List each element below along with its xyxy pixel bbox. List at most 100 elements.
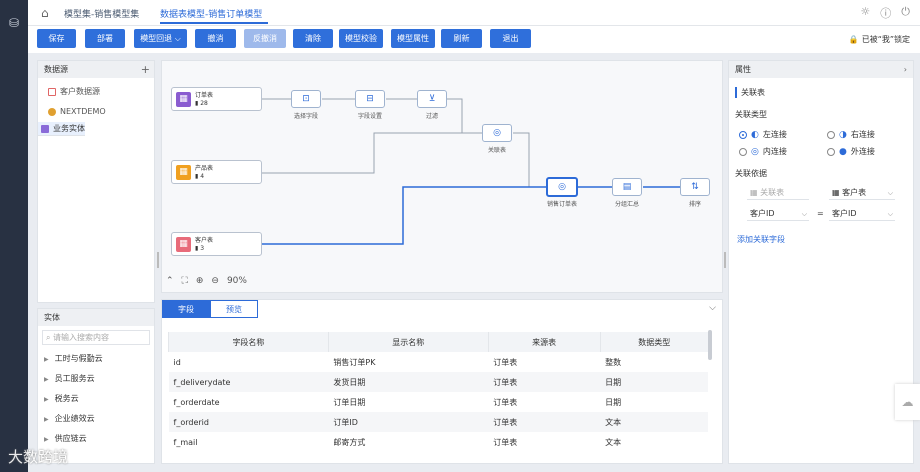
table-icon: ▦ bbox=[176, 92, 191, 107]
datasource-item[interactable]: 业务实体 bbox=[38, 122, 85, 136]
table-row[interactable]: f_mail 邮寄方式 订单表 文本 bbox=[169, 432, 709, 452]
field-panel: 字段 预览 ⌵ 字段名称 显示名称 来源表 数据类型 id 销售订单PK 订单表 整数… bbox=[161, 299, 723, 464]
home-icon[interactable]: ⌂ bbox=[41, 6, 49, 20]
doc-icon bbox=[48, 88, 56, 96]
radio-inner-join[interactable]: ◎ 内连接 bbox=[739, 146, 787, 157]
chevron-down-icon[interactable]: ⌵ bbox=[709, 303, 716, 313]
field-table: 字段名称 显示名称 来源表 数据类型 id 销售订单PK 订单表 整数 f_deliv… bbox=[168, 332, 708, 452]
table-row[interactable]: f_deliverydate 发货日期 订单表 日期 bbox=[168, 372, 708, 392]
breadcrumb-current-model[interactable]: 数据表模型-销售订单模型 bbox=[160, 7, 262, 20]
radio-outer-join[interactable]: ● 外连接 bbox=[827, 146, 875, 157]
cell-type: 整数 bbox=[605, 357, 622, 367]
col-display-name[interactable]: 显示名称 bbox=[327, 332, 489, 352]
right-table-select[interactable]: ▦ 客户表 ⌵ bbox=[829, 186, 895, 200]
right-splitter[interactable] bbox=[724, 252, 726, 268]
cell-field: id bbox=[173, 357, 181, 367]
group-summary-node[interactable]: ▤ bbox=[612, 178, 642, 196]
table-header-row: 字段名称 显示名称 来源表 数据类型 bbox=[168, 332, 708, 352]
group-icon: ▤ bbox=[622, 182, 632, 192]
exit-button[interactable]: 退出 bbox=[490, 29, 531, 48]
undo-button[interactable]: 撤消 bbox=[195, 29, 236, 48]
cell-source: 订单表 bbox=[493, 357, 518, 367]
bulb-icon[interactable]: ☼ bbox=[860, 5, 870, 21]
right-field-select[interactable]: 客户ID ⌵ bbox=[829, 207, 895, 221]
breadcrumb-model-set[interactable]: 模型集-销售模型集 bbox=[64, 7, 139, 20]
datasource-label: 业务实体 bbox=[53, 123, 85, 133]
cell-display: 销售订单PK bbox=[333, 357, 376, 367]
collapse-up-icon[interactable]: ⌃ bbox=[166, 276, 174, 286]
table-node-customers[interactable]: ▦ 客户表 ▮ 3 bbox=[171, 232, 262, 256]
chevron-right-icon[interactable]: › bbox=[904, 61, 907, 78]
sort-node[interactable]: ⇅ bbox=[680, 178, 710, 196]
field-setting-label: 字段设置 bbox=[357, 113, 382, 120]
lock-status: 🔒 已被“我”锁定 bbox=[849, 34, 910, 45]
radio-left-join[interactable]: ◐ 左连接 bbox=[739, 129, 787, 140]
entity-item[interactable]: ▶ 工时与假勤云 bbox=[38, 349, 154, 369]
entity-label: 企业绩效云 bbox=[54, 414, 95, 423]
entity-item[interactable]: ▶ 企业绩效云 bbox=[38, 409, 154, 429]
radio-icon bbox=[827, 147, 835, 156]
model-rollback-button[interactable]: 模型回退 ⌵ bbox=[134, 29, 187, 48]
radio-label: 外连接 bbox=[850, 147, 875, 156]
radio-right-join[interactable]: ◑ 右连接 bbox=[827, 129, 875, 140]
help-icon[interactable]: ⓘ bbox=[880, 5, 891, 21]
left-splitter[interactable] bbox=[157, 252, 159, 268]
model-canvas[interactable]: ▦ 订单表 ▮ 28 ▦ 产品表 ▮ 4 ▦ 客户表 ▮ 3 ⊡ 选择字段 ⊟ … bbox=[161, 60, 723, 293]
properties-header: 属性 › bbox=[729, 61, 913, 78]
caret-right-icon: ▶ bbox=[44, 376, 49, 383]
table-icon: ▦ bbox=[832, 188, 843, 197]
table-row[interactable]: f_orderdate 订单日期 订单表 日期 bbox=[169, 392, 709, 412]
join-node[interactable]: ◎ bbox=[482, 124, 512, 142]
power-icon[interactable]: ⏻ bbox=[901, 5, 910, 21]
filter-node[interactable]: ⊻ bbox=[417, 90, 447, 108]
sales-order-join-node[interactable]: ◎ bbox=[546, 177, 578, 197]
entity-search-input[interactable]: ⌕ 请输入搜索内容 bbox=[42, 330, 150, 345]
cell-source: 订单表 bbox=[488, 372, 601, 392]
col-source-table[interactable]: 来源表 bbox=[487, 332, 601, 352]
cell-field: f_orderdate bbox=[173, 397, 220, 407]
col-field-name[interactable]: 字段名称 bbox=[168, 332, 329, 352]
entity-panel: 实体 ⌕ 请输入搜索内容 ▶ 工时与假勤云 ▶ 员工服务云 ▶ 税务云 ▶ 企业绩效云 … bbox=[37, 308, 155, 464]
col-data-type[interactable]: 数据类型 bbox=[599, 332, 708, 352]
left-join-icon: ◐ bbox=[751, 129, 759, 140]
left-table-value: 关联表 bbox=[760, 188, 785, 197]
cell-field: f_mail bbox=[173, 437, 198, 447]
entity-item[interactable]: ▶ 员工服务云 bbox=[38, 369, 154, 389]
redo-button[interactable]: 反撤消 bbox=[244, 29, 286, 48]
add-join-field-link[interactable]: 添加关联字段 bbox=[737, 234, 785, 245]
table-row[interactable]: id 销售订单PK 订单表 整数 bbox=[169, 352, 709, 372]
datasource-item[interactable]: 客户数据源 bbox=[38, 82, 154, 102]
datasource-item[interactable]: NEXTDEMO bbox=[38, 102, 154, 122]
model-validate-button[interactable]: 模型校验 bbox=[339, 29, 383, 48]
tab-fields[interactable]: 字段 bbox=[162, 300, 210, 318]
fit-screen-icon[interactable]: ⛶ bbox=[182, 276, 188, 286]
entity-item[interactable]: ▶ 税务云 bbox=[38, 389, 154, 409]
cell-display: 订单ID bbox=[328, 412, 489, 432]
tab-preview[interactable]: 预览 bbox=[210, 300, 258, 318]
refresh-button[interactable]: 刷新 bbox=[441, 29, 482, 48]
save-button[interactable]: 保存 bbox=[37, 29, 76, 48]
add-icon[interactable]: + bbox=[141, 61, 150, 78]
right-field-value: 客户ID bbox=[832, 209, 857, 218]
left-field-value: 客户ID bbox=[750, 209, 775, 218]
node-name: 订单表 bbox=[195, 92, 214, 99]
table-row[interactable]: f_orderid 订单ID 订单表 文本 bbox=[168, 412, 708, 432]
table-node-orders[interactable]: ▦ 订单表 ▮ 28 bbox=[171, 87, 262, 111]
left-field-select[interactable]: 客户ID ⌵ bbox=[747, 207, 809, 221]
zoom-in-icon[interactable]: ⊕ bbox=[196, 276, 204, 286]
database-icon[interactable]: ⛁ bbox=[7, 16, 21, 30]
zoom-out-icon[interactable]: ⊖ bbox=[211, 276, 219, 286]
cloud-icon[interactable]: ☁ bbox=[895, 384, 920, 420]
select-fields-node[interactable]: ⊡ bbox=[291, 90, 321, 108]
caret-right-icon: ▶ bbox=[44, 396, 49, 403]
group-summary-label: 分组汇总 bbox=[614, 201, 639, 208]
field-setting-node[interactable]: ⊟ bbox=[355, 90, 385, 108]
table-scrollbar[interactable] bbox=[708, 330, 712, 360]
clear-button[interactable]: 清除 bbox=[293, 29, 333, 48]
table-node-products[interactable]: ▦ 产品表 ▮ 4 bbox=[171, 160, 262, 184]
lock-text: 已被“我”锁定 bbox=[861, 35, 910, 44]
model-properties-button[interactable]: 模型属性 bbox=[391, 29, 435, 48]
join-icon: ◎ bbox=[558, 182, 566, 192]
deploy-button[interactable]: 部署 bbox=[85, 29, 125, 48]
sales-order-join-label: 销售订单表 bbox=[546, 201, 577, 208]
